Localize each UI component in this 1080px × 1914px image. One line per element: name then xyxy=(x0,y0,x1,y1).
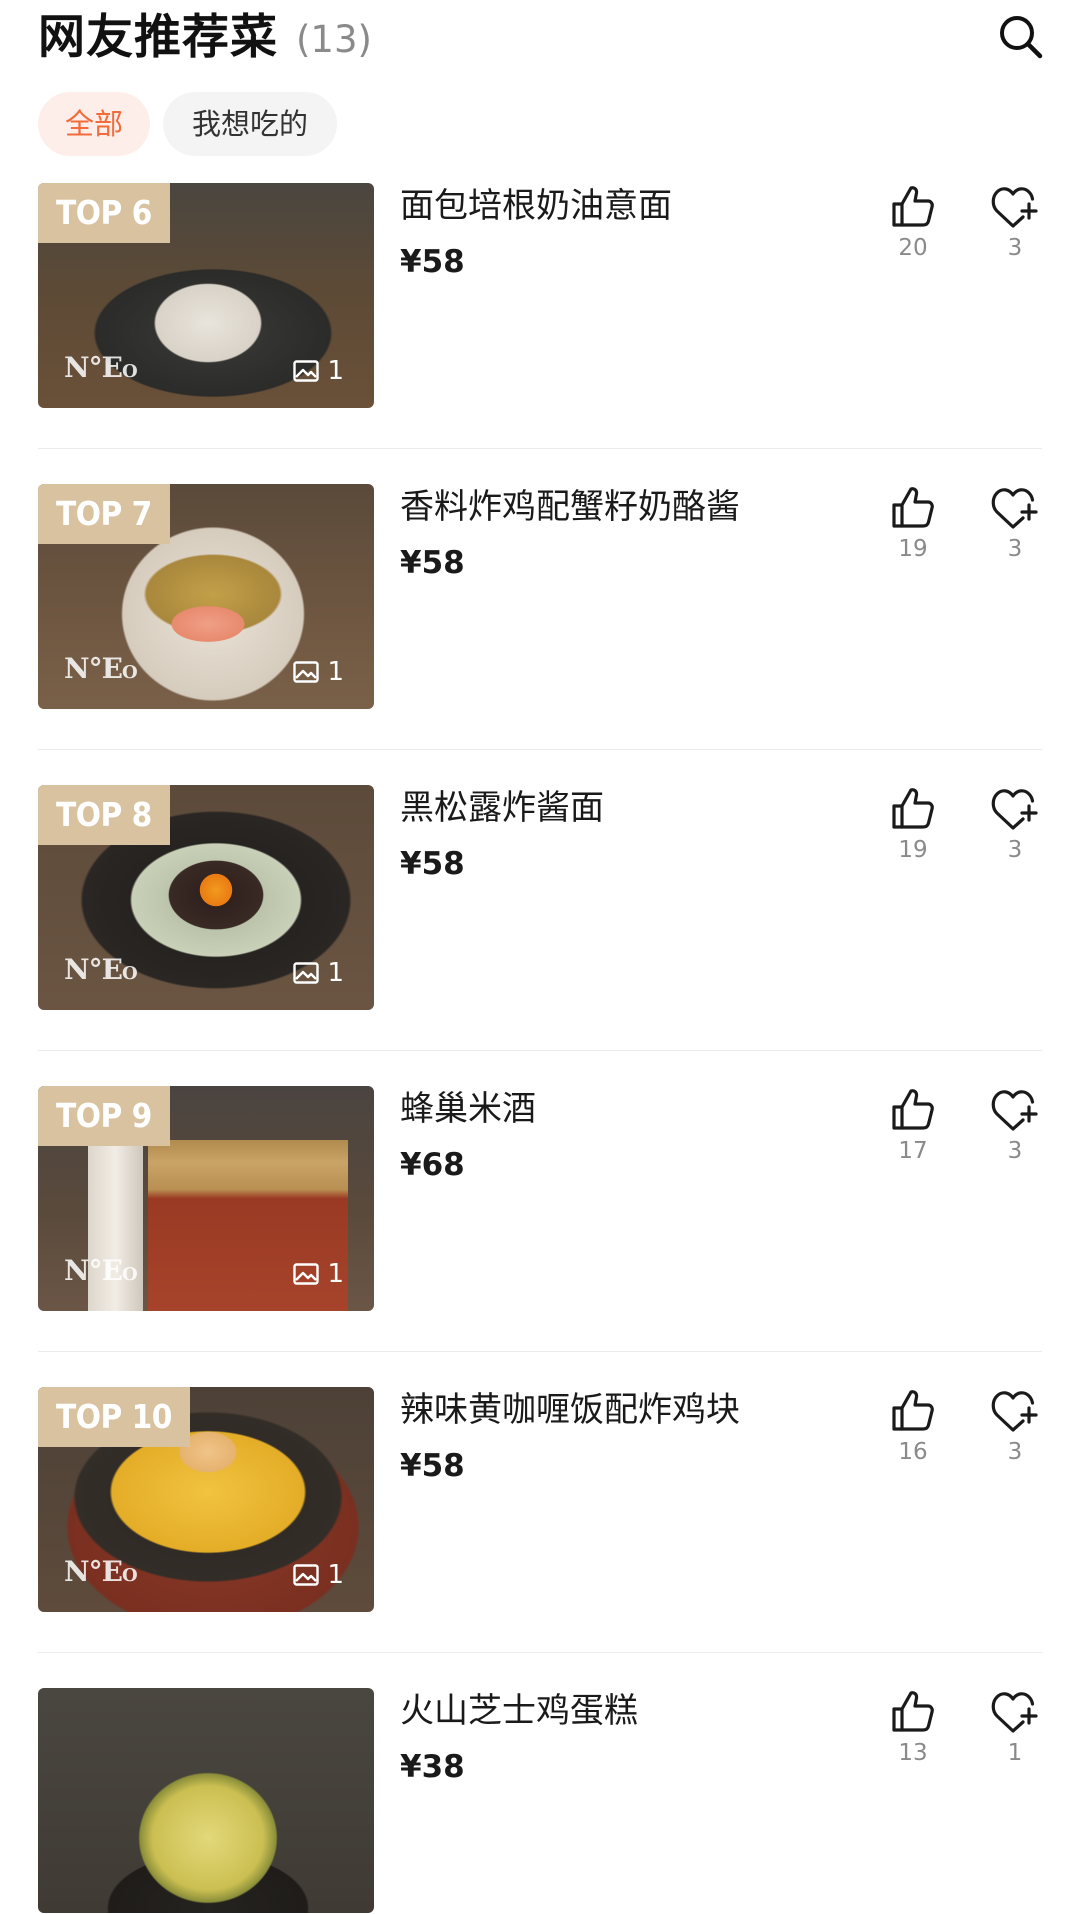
search-icon xyxy=(1000,16,1043,59)
filter-chip-all[interactable]: 全部 xyxy=(38,92,150,156)
like-button[interactable]: 19 xyxy=(878,785,948,865)
rank-badge: TOP 10 xyxy=(38,1387,190,1447)
dish-count: (13) xyxy=(296,18,372,61)
row-divider xyxy=(38,1351,1042,1352)
thumbs-up-icon xyxy=(892,186,934,227)
thumbs-up-icon xyxy=(892,1089,934,1130)
dish-name[interactable]: 辣味黄咖喱饭配炸鸡块 xyxy=(400,1387,740,1433)
brand-logo: N°EO xyxy=(64,351,138,384)
photo-count-number: 1 xyxy=(327,1259,344,1289)
dish-photo[interactable] xyxy=(38,1688,374,1913)
favorite-count: 3 xyxy=(1007,1138,1023,1164)
dish-name[interactable]: 黑松露炸酱面 xyxy=(400,785,604,831)
page-title: 网友推荐菜 xyxy=(38,10,278,65)
favorite-count: 3 xyxy=(1007,536,1023,562)
heart-plus-icon xyxy=(991,488,1038,529)
row-divider xyxy=(38,1652,1042,1653)
heart-plus-icon xyxy=(991,187,1038,228)
rank-badge: TOP 7 xyxy=(38,484,170,544)
like-count: 20 xyxy=(898,235,928,261)
favorite-button[interactable]: 3 xyxy=(980,1387,1050,1467)
dish-row[interactable]: TOP 7 N°EO 1 香料炸鸡配蟹籽奶酪酱 ¥58 19 3 xyxy=(38,484,1042,710)
heart-plus-icon xyxy=(991,1090,1038,1131)
photo-count-number: 1 xyxy=(327,958,344,988)
like-count: 19 xyxy=(898,837,928,863)
favorite-count: 1 xyxy=(1007,1740,1023,1766)
rank-badge: TOP 8 xyxy=(38,785,170,845)
favorite-count: 3 xyxy=(1007,1439,1023,1465)
dish-price: ¥58 xyxy=(400,244,465,280)
brand-logo: N°EO xyxy=(64,652,138,685)
like-count: 17 xyxy=(898,1138,928,1164)
dish-price: ¥58 xyxy=(400,1448,465,1484)
image-icon xyxy=(293,962,320,984)
like-button[interactable]: 13 xyxy=(878,1688,948,1768)
favorite-button[interactable]: 3 xyxy=(980,1086,1050,1166)
dish-row[interactable]: TOP 6 N°EO 1 面包培根奶油意面 ¥58 20 3 xyxy=(38,183,1042,409)
dish-row[interactable]: TOP 9 N°EO 1 蜂巢米酒 ¥68 17 3 xyxy=(38,1086,1042,1312)
photo-count-number: 1 xyxy=(327,657,344,687)
photo-count-number: 1 xyxy=(327,1560,344,1590)
favorite-count: 3 xyxy=(1007,235,1023,261)
like-button[interactable]: 20 xyxy=(878,183,948,263)
like-button[interactable]: 17 xyxy=(878,1086,948,1166)
like-count: 13 xyxy=(898,1740,928,1766)
search-button[interactable] xyxy=(996,12,1046,62)
dish-name[interactable]: 香料炸鸡配蟹籽奶酪酱 xyxy=(400,484,740,530)
like-button[interactable]: 19 xyxy=(878,484,948,564)
favorite-count: 3 xyxy=(1007,837,1023,863)
filter-chip-want-to-eat[interactable]: 我想吃的 xyxy=(163,92,337,156)
image-icon xyxy=(293,1263,320,1285)
heart-plus-icon xyxy=(991,789,1038,830)
brand-logo: N°EO xyxy=(64,1555,138,1588)
favorite-button[interactable]: 3 xyxy=(980,484,1050,564)
like-count: 19 xyxy=(898,536,928,562)
row-divider xyxy=(38,749,1042,750)
heart-plus-icon xyxy=(991,1692,1038,1733)
photo-count: 1 xyxy=(293,956,344,990)
dish-price: ¥38 xyxy=(400,1749,465,1785)
page-header: 网友推荐菜 (13) xyxy=(0,0,1080,80)
image-icon xyxy=(293,1564,320,1586)
dish-photo[interactable]: TOP 6 N°EO 1 xyxy=(38,183,374,408)
dish-name[interactable]: 火山芝士鸡蛋糕 xyxy=(400,1688,638,1734)
photo-count: 1 xyxy=(293,1257,344,1291)
photo-count: 1 xyxy=(293,655,344,689)
dish-price: ¥58 xyxy=(400,846,465,882)
dish-row[interactable]: TOP 8 N°EO 1 黑松露炸酱面 ¥58 19 3 xyxy=(38,785,1042,1011)
photo-count: 1 xyxy=(293,1558,344,1592)
photo-count-number: 1 xyxy=(327,356,344,386)
thumbs-up-icon xyxy=(892,788,934,829)
row-divider xyxy=(38,1050,1042,1051)
dish-price: ¥68 xyxy=(400,1147,465,1183)
dish-row[interactable]: TOP 10 N°EO 1 辣味黄咖喱饭配炸鸡块 ¥58 16 3 xyxy=(38,1387,1042,1613)
photo-count: 1 xyxy=(293,354,344,388)
dish-name[interactable]: 蜂巢米酒 xyxy=(400,1086,536,1132)
image-icon xyxy=(293,360,320,382)
thumbs-up-icon xyxy=(892,1390,934,1431)
dish-row[interactable]: 火山芝士鸡蛋糕 ¥38 13 1 xyxy=(38,1688,1042,1914)
image-icon xyxy=(293,661,320,683)
like-button[interactable]: 16 xyxy=(878,1387,948,1467)
brand-logo: N°EO xyxy=(64,1254,138,1287)
like-count: 16 xyxy=(898,1439,928,1465)
heart-plus-icon xyxy=(991,1391,1038,1432)
row-divider xyxy=(38,448,1042,449)
favorite-button[interactable]: 3 xyxy=(980,785,1050,865)
dish-price: ¥58 xyxy=(400,545,465,581)
favorite-button[interactable]: 3 xyxy=(980,183,1050,263)
thumbs-up-icon xyxy=(892,487,934,528)
favorite-button[interactable]: 1 xyxy=(980,1688,1050,1768)
dish-photo[interactable]: TOP 10 N°EO 1 xyxy=(38,1387,374,1612)
rank-badge: TOP 6 xyxy=(38,183,170,243)
dish-photo[interactable]: TOP 9 N°EO 1 xyxy=(38,1086,374,1311)
dish-photo[interactable]: TOP 7 N°EO 1 xyxy=(38,484,374,709)
rank-badge: TOP 9 xyxy=(38,1086,170,1146)
dish-photo[interactable]: TOP 8 N°EO 1 xyxy=(38,785,374,1010)
dish-name[interactable]: 面包培根奶油意面 xyxy=(400,183,672,229)
thumbs-up-icon xyxy=(892,1691,934,1732)
brand-logo: N°EO xyxy=(64,953,138,986)
